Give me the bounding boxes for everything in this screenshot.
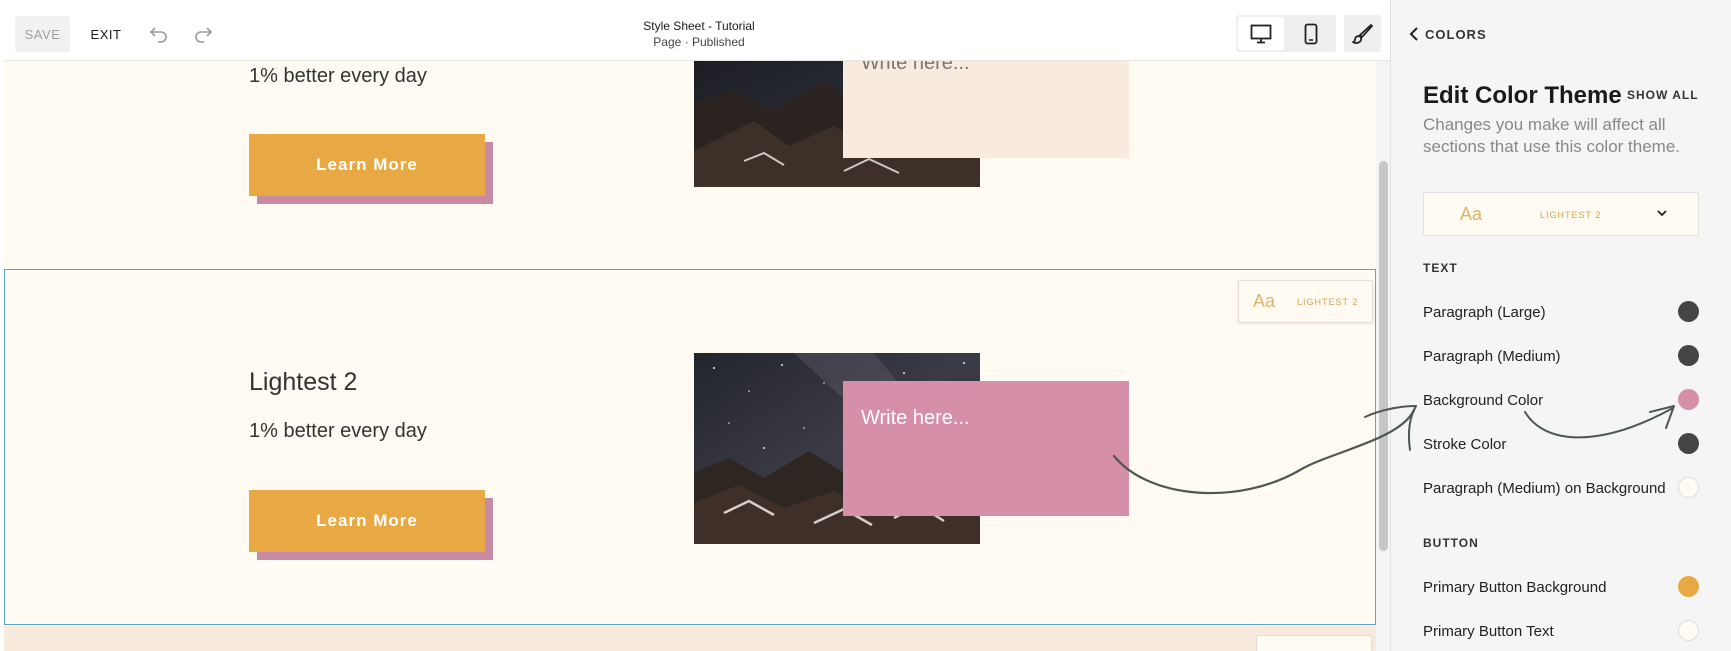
section-heading[interactable]: Lightest 2	[249, 368, 357, 397]
color-row-label: Stroke Color	[1423, 436, 1507, 453]
text-block-card[interactable]: Write here...	[843, 381, 1129, 516]
color-row-paragraph-large[interactable]: Paragraph (Large)	[1423, 300, 1699, 324]
button-label: Learn More	[249, 490, 485, 552]
chevron-left-icon	[1409, 27, 1418, 41]
color-row-paragraph-medium[interactable]: Paragraph (Medium)	[1423, 344, 1699, 368]
color-swatch[interactable]	[1678, 576, 1699, 597]
section-tagline[interactable]: 1% better every day	[249, 65, 427, 88]
page-status: Page · Published	[653, 35, 745, 49]
section-tagline[interactable]: 1% better every day	[249, 420, 427, 443]
color-row-stroke[interactable]: Stroke Color	[1423, 432, 1699, 456]
color-row-label: Paragraph (Medium) on Background	[1423, 480, 1666, 497]
color-swatch[interactable]	[1678, 345, 1699, 366]
back-to-colors-link[interactable]: COLORS	[1409, 24, 1487, 44]
color-row-primary-button-background[interactable]: Primary Button Background	[1423, 575, 1699, 599]
color-swatch[interactable]	[1678, 477, 1699, 498]
panel-description: Changes you make will affect all section…	[1423, 115, 1681, 156]
note-text: Write here...	[861, 407, 970, 429]
scrollbar-thumb[interactable]	[1379, 161, 1388, 551]
color-swatch[interactable]	[1678, 389, 1699, 410]
device-toggle	[1236, 15, 1336, 52]
color-swatch[interactable]	[1678, 620, 1699, 641]
panel-title: Edit Color Theme	[1423, 82, 1622, 109]
theme-name: LIGHTEST 2	[1297, 296, 1359, 307]
theme-sample: Aa	[1460, 204, 1483, 224]
editor-toolbar: SAVE EXIT Style Sheet - Tutorial Page · …	[4, 6, 1390, 61]
desktop-view-button[interactable]	[1238, 17, 1284, 50]
redo-icon[interactable]	[189, 20, 217, 48]
color-row-primary-button-text[interactable]: Primary Button Text	[1423, 619, 1699, 643]
button-label: Learn More	[249, 134, 485, 196]
text-block-card[interactable]: Write here...	[843, 61, 1129, 158]
color-swatch[interactable]	[1678, 433, 1699, 454]
learn-more-button[interactable]: Learn More	[249, 490, 493, 560]
button-group-heading: BUTTON	[1423, 536, 1479, 550]
document-title: Style Sheet - Tutorial Page · Published	[584, 18, 814, 50]
text-group-heading: TEXT	[1423, 261, 1458, 275]
mobile-icon	[1304, 23, 1318, 44]
show-all-button[interactable]: SHOW ALL	[1627, 88, 1699, 102]
mobile-view-button[interactable]	[1287, 15, 1335, 52]
color-theme-panel: COLORS Edit Color Theme SHOW ALL Changes…	[1390, 0, 1731, 651]
theme-name: LIGHTEST 2	[1540, 210, 1602, 220]
color-swatch[interactable]	[1678, 301, 1699, 322]
color-row-label: Primary Button Text	[1423, 623, 1554, 640]
color-row-background[interactable]: Background Color	[1423, 388, 1699, 412]
note-text: Write here...	[861, 61, 970, 74]
color-row-label: Paragraph (Medium)	[1423, 348, 1561, 365]
undo-icon[interactable]	[145, 20, 173, 48]
canvas-scrollbar[interactable]	[1376, 61, 1390, 651]
next-section-theme-chip[interactable]	[1256, 635, 1372, 651]
theme-sample: Aa	[1253, 291, 1276, 311]
color-row-label: Background Color	[1423, 392, 1544, 409]
back-link-label: COLORS	[1425, 26, 1487, 42]
next-section[interactable]	[4, 626, 1376, 651]
exit-button[interactable]: EXIT	[86, 16, 126, 52]
site-styles-button[interactable]	[1344, 15, 1381, 52]
page-section[interactable]: 1% better every day Learn More Write her…	[4, 61, 1376, 269]
page-canvas: 1% better every day Learn More Write her…	[4, 61, 1376, 651]
selected-section[interactable]: Lightest 2 1% better every day Learn Mor…	[4, 269, 1376, 625]
learn-more-button[interactable]: Learn More	[249, 134, 493, 204]
chevron-down-icon	[1657, 210, 1667, 217]
desktop-icon	[1250, 24, 1272, 43]
color-row-label: Paragraph (Large)	[1423, 304, 1546, 321]
section-theme-chip[interactable]: Aa LIGHTEST 2	[1238, 280, 1373, 323]
paintbrush-icon	[1351, 23, 1373, 44]
theme-dropdown[interactable]: Aa LIGHTEST 2	[1423, 192, 1699, 236]
color-row-label: Primary Button Background	[1423, 579, 1607, 596]
save-button[interactable]: SAVE	[15, 16, 70, 52]
page-title: Style Sheet - Tutorial	[643, 19, 755, 33]
color-row-paragraph-on-background[interactable]: Paragraph (Medium) on Background	[1423, 476, 1699, 500]
